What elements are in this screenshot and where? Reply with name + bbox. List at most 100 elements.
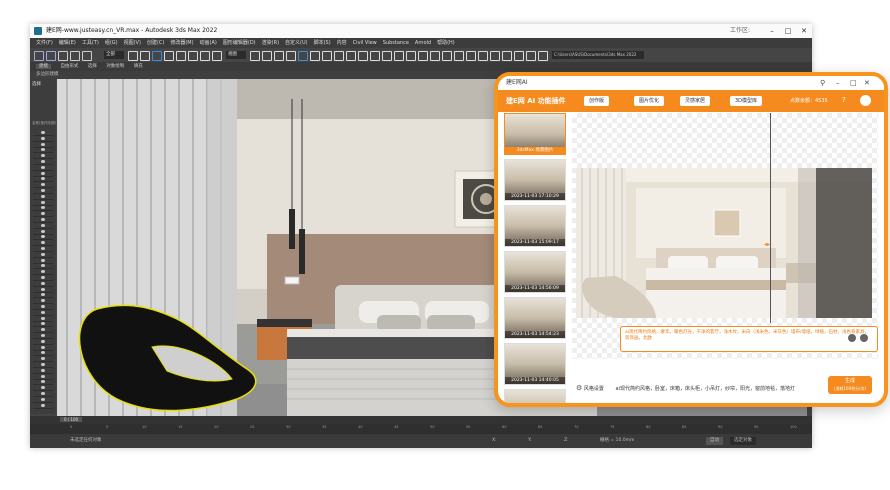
- toolbar-tool-icon[interactable]: [274, 51, 284, 61]
- scene-object-row[interactable]: [33, 206, 53, 212]
- visibility-eye-icon[interactable]: [41, 276, 45, 279]
- visibility-eye-icon[interactable]: [41, 392, 45, 395]
- scene-object-row[interactable]: [33, 264, 53, 270]
- visibility-eye-icon[interactable]: [41, 357, 45, 361]
- visibility-eye-icon[interactable]: [41, 223, 45, 227]
- menu-item[interactable]: Civil View: [353, 40, 377, 46]
- toolbar-tool-icon[interactable]: [406, 51, 416, 61]
- toolbar-tool-icon[interactable]: [502, 51, 512, 61]
- toolbar-tool-icon[interactable]: [200, 51, 210, 61]
- ai-maximize-icon[interactable]: □: [850, 76, 857, 90]
- visibility-eye-icon[interactable]: [41, 264, 45, 268]
- scene-object-row[interactable]: [33, 165, 53, 171]
- scene-object-row[interactable]: [33, 339, 53, 345]
- menu-item[interactable]: 编辑(E): [59, 40, 76, 46]
- visibility-eye-icon[interactable]: [41, 148, 45, 152]
- scene-object-row[interactable]: [33, 142, 53, 148]
- scene-object-row[interactable]: [33, 223, 53, 229]
- toolbar-tool-icon[interactable]: [164, 51, 174, 61]
- scene-object-row[interactable]: [33, 160, 53, 165]
- scene-object-row[interactable]: [33, 322, 53, 328]
- scene-object-row[interactable]: [33, 328, 53, 334]
- visibility-eye-icon[interactable]: [41, 229, 45, 233]
- history-thumbnail[interactable]: 3dsMax 场景图片: [504, 113, 566, 155]
- scene-object-row[interactable]: [33, 403, 53, 409]
- ribbon-tab-modeling[interactable]: 建模: [36, 64, 51, 69]
- visibility-eye-icon[interactable]: [41, 397, 45, 401]
- visibility-eye-icon[interactable]: [41, 131, 45, 134]
- toolbar-tool-icon[interactable]: [490, 51, 500, 61]
- visibility-eye-icon[interactable]: [41, 252, 45, 256]
- visibility-eye-icon[interactable]: [41, 235, 45, 239]
- scene-object-row[interactable]: [33, 241, 53, 247]
- menu-item[interactable]: 组(G): [105, 40, 118, 46]
- menu-item[interactable]: 动画(A): [200, 40, 217, 46]
- scene-object-row[interactable]: [33, 183, 53, 189]
- toolbar-tool-icon[interactable]: [478, 51, 488, 61]
- reference-coord-dropdown[interactable]: 视图: [226, 51, 246, 59]
- toolbar-tool-icon[interactable]: [298, 51, 308, 61]
- menu-item[interactable]: 帮助(H): [437, 40, 455, 46]
- menu-item[interactable]: 文件(F): [36, 40, 53, 46]
- model-library-dropdown[interactable]: 3D模型库: [730, 96, 763, 106]
- scene-object-row[interactable]: [33, 171, 53, 177]
- toolbar-tool-icon[interactable]: [430, 51, 440, 61]
- toolbar-tool-icon[interactable]: [370, 51, 380, 61]
- menu-item[interactable]: Arnold: [415, 40, 431, 46]
- generate-button[interactable]: 生成 (消耗100积分/次): [828, 376, 872, 394]
- visibility-eye-icon[interactable]: [41, 212, 45, 216]
- scene-object-row[interactable]: [33, 363, 53, 368]
- toolbar-tool-icon[interactable]: [188, 51, 198, 61]
- auto-key-button[interactable]: 自动: [706, 437, 723, 445]
- visibility-eye-icon[interactable]: [41, 299, 45, 303]
- settings-icon[interactable]: ⚙: [576, 384, 582, 392]
- scene-object-row[interactable]: [33, 136, 53, 142]
- visibility-eye-icon[interactable]: [41, 386, 45, 390]
- minimize-icon[interactable]: –: [764, 24, 780, 38]
- frame-counter[interactable]: 0 / 100: [60, 417, 83, 422]
- menu-item[interactable]: 内容: [337, 40, 347, 46]
- menu-item[interactable]: 自定义(U): [285, 40, 308, 46]
- scene-object-row[interactable]: [33, 334, 53, 339]
- visibility-eye-icon[interactable]: [41, 316, 45, 320]
- scene-object-row[interactable]: [33, 316, 53, 322]
- toolbar-tool-icon[interactable]: [382, 51, 392, 61]
- toolbar-tool-icon[interactable]: [466, 51, 476, 61]
- toolbar-tool-icon[interactable]: [46, 51, 56, 61]
- avatar[interactable]: [860, 95, 871, 106]
- scene-object-row[interactable]: [33, 345, 53, 351]
- visibility-eye-icon[interactable]: [41, 351, 45, 355]
- prompt-suggestion[interactable]: ai现代简约风格，奢华，暖色灯光，干净的客厅，浅木纹，米白（浅米色，米灰色）墙布…: [620, 326, 878, 352]
- scene-object-row[interactable]: [33, 218, 53, 223]
- toolbar-tool-icon[interactable]: [250, 51, 260, 61]
- ribbon-tab-object-paint[interactable]: 对象绘制: [106, 64, 124, 69]
- inspiration-dropdown[interactable]: 灵感家居: [680, 96, 711, 106]
- close-icon[interactable]: ✕: [796, 24, 812, 38]
- toolbar-tool-icon[interactable]: [262, 51, 272, 61]
- visibility-eye-icon[interactable]: [41, 142, 45, 146]
- scene-object-row[interactable]: [33, 276, 53, 281]
- visibility-eye-icon[interactable]: [41, 154, 45, 158]
- rendered-preview[interactable]: [576, 168, 872, 318]
- visibility-eye-icon[interactable]: [41, 287, 45, 291]
- download-icon[interactable]: [860, 334, 868, 342]
- scene-object-row[interactable]: [33, 189, 53, 194]
- toolbar-tool-icon[interactable]: [70, 51, 80, 61]
- scene-object-row[interactable]: [33, 357, 53, 363]
- toolbar-tool-icon[interactable]: [34, 51, 44, 61]
- menu-item[interactable]: 视图(V): [124, 40, 141, 46]
- scene-object-row[interactable]: [33, 287, 53, 293]
- visibility-eye-icon[interactable]: [41, 218, 45, 221]
- visibility-eye-icon[interactable]: [41, 200, 45, 204]
- visibility-eye-icon[interactable]: [41, 160, 45, 163]
- scene-object-row[interactable]: [33, 247, 53, 252]
- scene-object-row[interactable]: [33, 305, 53, 310]
- visibility-eye-icon[interactable]: [41, 270, 45, 274]
- toolbar-tool-icon[interactable]: [58, 51, 68, 61]
- history-thumbnail[interactable]: 2023-11-03 14:40:05: [504, 343, 566, 385]
- scene-object-row[interactable]: [33, 252, 53, 258]
- menu-item[interactable]: 创建(C): [147, 40, 164, 46]
- scene-object-row[interactable]: [33, 281, 53, 287]
- visibility-eye-icon[interactable]: [41, 258, 45, 262]
- style-value[interactable]: ai现代简约风格，卧室，床箱，床头柜，小吊灯，纱帘，阳光，窗前地毯，落地灯: [615, 386, 794, 392]
